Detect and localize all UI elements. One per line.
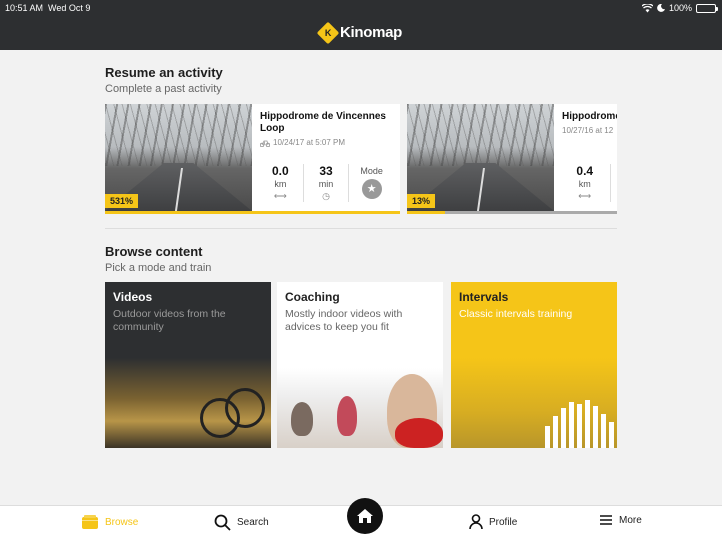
- battery-icon: [696, 3, 718, 13]
- activity-info: Hippodrome de Vincennes L 10/27/16 at 12…: [554, 104, 617, 211]
- user-icon: [469, 514, 483, 530]
- tile-description: Classic intervals training: [459, 308, 573, 320]
- nav-profile[interactable]: Profile: [469, 514, 517, 530]
- status-right: 100%: [641, 3, 718, 13]
- brand-logo: K Kinomap: [0, 21, 722, 44]
- resume-title: Resume an activity: [105, 65, 223, 80]
- activity-card[interactable]: 13% Hippodrome de Vincennes L 10/27/16 a…: [407, 104, 617, 214]
- folder-icon: [82, 515, 98, 529]
- nav-browse[interactable]: Browse: [81, 514, 138, 530]
- coaching-image: [277, 368, 443, 448]
- distance-arrows-icon: ⟷: [273, 191, 287, 201]
- duration-stat: [609, 164, 618, 202]
- tile-description: Mostly indoor videos with advices to kee…: [285, 308, 403, 333]
- home-button[interactable]: [347, 498, 383, 534]
- brand-name: Kinomap: [339, 24, 403, 41]
- videos-image: [105, 358, 271, 448]
- nav-search[interactable]: Search: [214, 514, 269, 531]
- distance-stat: 0.4 km ⟷: [560, 164, 610, 202]
- browse-title: Browse content: [105, 244, 203, 259]
- videos-tile[interactable]: Videos Outdoor videos from the community: [105, 282, 271, 448]
- moon-icon: [657, 4, 665, 12]
- activity-card[interactable]: 531% Hippodrome de Vincennes Loop 10/24/…: [105, 104, 400, 214]
- tile-description: Outdoor videos from the community: [113, 308, 226, 333]
- kinomap-logo-icon: K: [316, 21, 340, 44]
- activity-date: 10/24/17 at 5:07 PM: [260, 138, 392, 147]
- intervals-image: [451, 358, 617, 448]
- clock-icon: ◷: [322, 191, 330, 201]
- wifi-icon: [641, 3, 653, 12]
- activity-progress-bar: [407, 211, 617, 214]
- browse-tiles: Videos Outdoor videos from the community…: [105, 282, 617, 448]
- tile-title: Videos: [113, 290, 153, 304]
- progress-percent-badge: 13%: [407, 194, 436, 208]
- mode-stat[interactable]: Mode ★: [348, 164, 394, 202]
- activity-carousel[interactable]: 531% Hippodrome de Vincennes Loop 10/24/…: [105, 104, 617, 214]
- home-icon: [357, 509, 373, 523]
- nav-more[interactable]: More: [599, 514, 642, 526]
- activity-stats: 0.4 km ⟷: [560, 164, 617, 202]
- tile-title: Coaching: [285, 290, 340, 304]
- section-divider: [105, 228, 617, 229]
- bike-icon: [260, 140, 270, 147]
- duration-stat: 33 min ◷: [302, 164, 349, 202]
- activity-thumbnail: 13%: [407, 104, 554, 211]
- activity-stats: 0.0 km ⟷ 33 min ◷ Mode ★: [258, 164, 394, 202]
- star-icon[interactable]: ★: [361, 179, 382, 199]
- activity-info: Hippodrome de Vincennes Loop 10/24/17 at…: [252, 104, 400, 211]
- status-bar: 10:51 AM Wed Oct 9 100%: [0, 0, 722, 16]
- activity-name: Hippodrome de Vincennes Loop: [260, 111, 386, 134]
- browse-subtitle: Pick a mode and train: [105, 262, 212, 274]
- progress-percent-badge: 531%: [105, 194, 139, 208]
- search-icon: [214, 514, 231, 531]
- top-bar: 10:51 AM Wed Oct 9 100% K Kinomap: [0, 0, 722, 50]
- battery-percent: 100%: [668, 3, 692, 13]
- status-time: 10:51 AM Wed Oct 9: [5, 3, 91, 13]
- distance-stat: 0.0 km ⟷: [258, 164, 303, 202]
- activity-date: 10/27/16 at 12: [562, 126, 614, 135]
- menu-icon: [600, 515, 612, 525]
- activity-progress-bar: [105, 211, 400, 214]
- bottom-nav: Browse Search Profile More: [0, 498, 722, 542]
- coaching-tile[interactable]: Coaching Mostly indoor videos with advic…: [277, 282, 443, 448]
- tile-title: Intervals: [459, 290, 509, 304]
- resume-subtitle: Complete a past activity: [105, 83, 222, 95]
- activity-thumbnail: 531%: [105, 104, 252, 211]
- activity-name: Hippodrome de Vincennes L: [562, 111, 617, 122]
- intervals-tile[interactable]: Intervals Classic intervals training: [451, 282, 617, 448]
- distance-arrows-icon: ⟷: [578, 191, 592, 201]
